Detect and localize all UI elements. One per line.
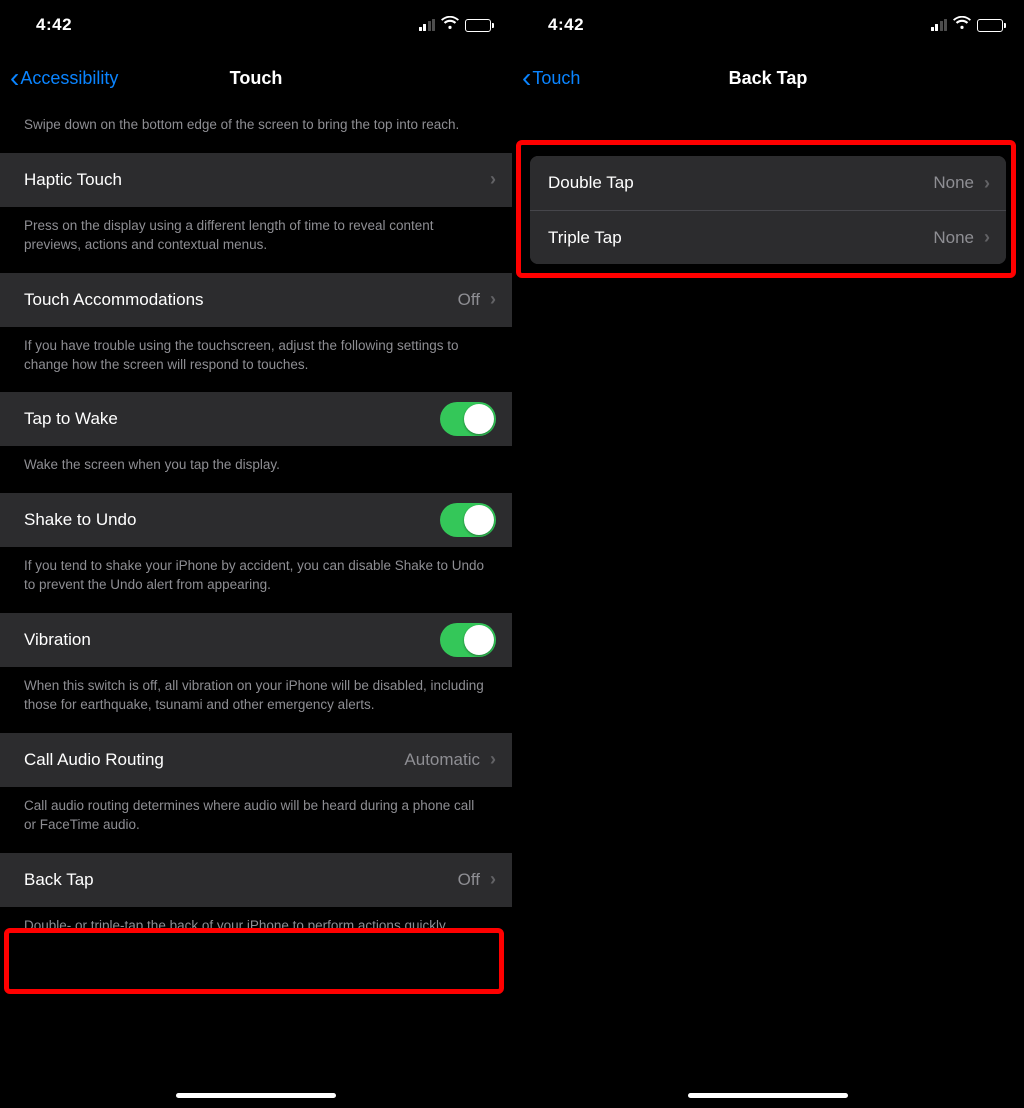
cell-value: Off [458,290,480,310]
toggle-on-icon[interactable] [440,503,496,537]
cell-label: Haptic Touch [24,170,490,190]
back-tap-footer: Double- or triple-tap the back of your i… [0,907,512,954]
chevron-right-icon: › [984,173,990,194]
accom-footer: If you have trouble using the touchscree… [0,327,512,393]
cell-label: Back Tap [24,870,458,890]
nav-bar: ‹ Touch Back Tap [512,50,1024,106]
back-button[interactable]: ‹ Touch [522,64,580,92]
cellular-icon [419,19,436,31]
double-tap-row[interactable]: Double Tap None › [530,156,1006,210]
chevron-right-icon: › [490,289,496,310]
cell-value: Automatic [404,750,480,770]
call-routing-footer: Call audio routing determines where audi… [0,787,512,853]
back-button[interactable]: ‹ Accessibility [10,64,118,92]
time-text: 4:42 [548,15,584,35]
status-indicators [931,16,1007,35]
back-label: Touch [532,68,580,89]
cell-value: None [933,173,974,193]
left-screenshot: 4:42 ‹ Accessibility Touch Swipe down on… [0,0,512,1108]
haptic-footer: Press on the display using a different l… [0,207,512,273]
cell-value: Off [458,870,480,890]
battery-icon [465,19,494,32]
battery-icon [977,19,1006,32]
toggle-on-icon[interactable] [440,623,496,657]
page-title: Back Tap [512,68,1024,89]
chevron-left-icon: ‹ [10,64,19,92]
nav-bar: ‹ Accessibility Touch [0,50,512,106]
back-label: Accessibility [20,68,118,89]
haptic-touch-row[interactable]: Haptic Touch › [0,153,512,207]
chevron-left-icon: ‹ [522,64,531,92]
cell-value: None [933,228,974,248]
cell-label: Shake to Undo [24,510,440,530]
home-indicator[interactable] [176,1093,336,1098]
status-bar: 4:42 [512,0,1024,50]
chevron-right-icon: › [490,869,496,890]
vibration-footer: When this switch is off, all vibration o… [0,667,512,733]
chevron-right-icon: › [984,227,990,248]
wifi-icon [441,16,459,35]
reachability-footer: Swipe down on the bottom edge of the scr… [0,106,512,153]
tap-to-wake-row[interactable]: Tap to Wake [0,392,512,446]
triple-tap-row[interactable]: Triple Tap None › [530,210,1006,264]
chevron-right-icon: › [490,169,496,190]
cellular-icon [931,19,948,31]
vibration-row[interactable]: Vibration [0,613,512,667]
cell-label: Triple Tap [548,228,933,248]
shake-to-undo-row[interactable]: Shake to Undo [0,493,512,547]
touch-accommodations-row[interactable]: Touch Accommodations Off › [0,273,512,327]
status-indicators [419,16,495,35]
wifi-icon [953,16,971,35]
tap-wake-footer: Wake the screen when you tap the display… [0,446,512,493]
shake-footer: If you tend to shake your iPhone by acci… [0,547,512,613]
call-audio-routing-row[interactable]: Call Audio Routing Automatic › [0,733,512,787]
cell-label: Double Tap [548,173,933,193]
toggle-on-icon[interactable] [440,402,496,436]
cell-label: Tap to Wake [24,409,440,429]
cell-label: Touch Accommodations [24,290,458,310]
home-indicator[interactable] [688,1093,848,1098]
right-screenshot: 4:42 ‹ Touch Back Tap Double Tap None › T… [512,0,1024,1108]
chevron-right-icon: › [490,749,496,770]
time-text: 4:42 [36,15,72,35]
status-bar: 4:42 [0,0,512,50]
cell-label: Call Audio Routing [24,750,404,770]
cell-label: Vibration [24,630,440,650]
back-tap-row[interactable]: Back Tap Off › [0,853,512,907]
